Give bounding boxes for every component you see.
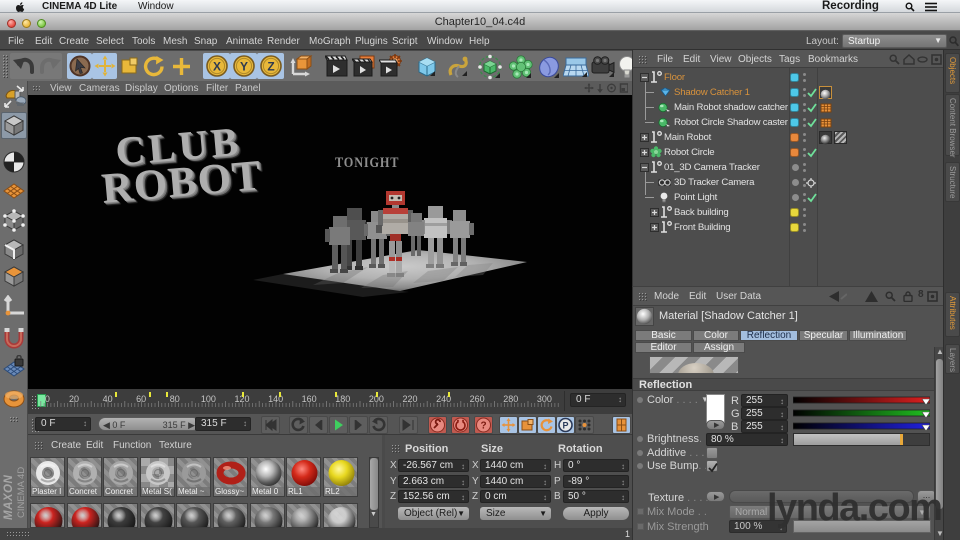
svg-text:X: X (213, 60, 221, 74)
svg-text:Z: Z (267, 60, 274, 74)
svg-text:P: P (562, 421, 568, 431)
svg-text:?: ? (480, 421, 486, 432)
svg-text:Y: Y (240, 60, 248, 74)
